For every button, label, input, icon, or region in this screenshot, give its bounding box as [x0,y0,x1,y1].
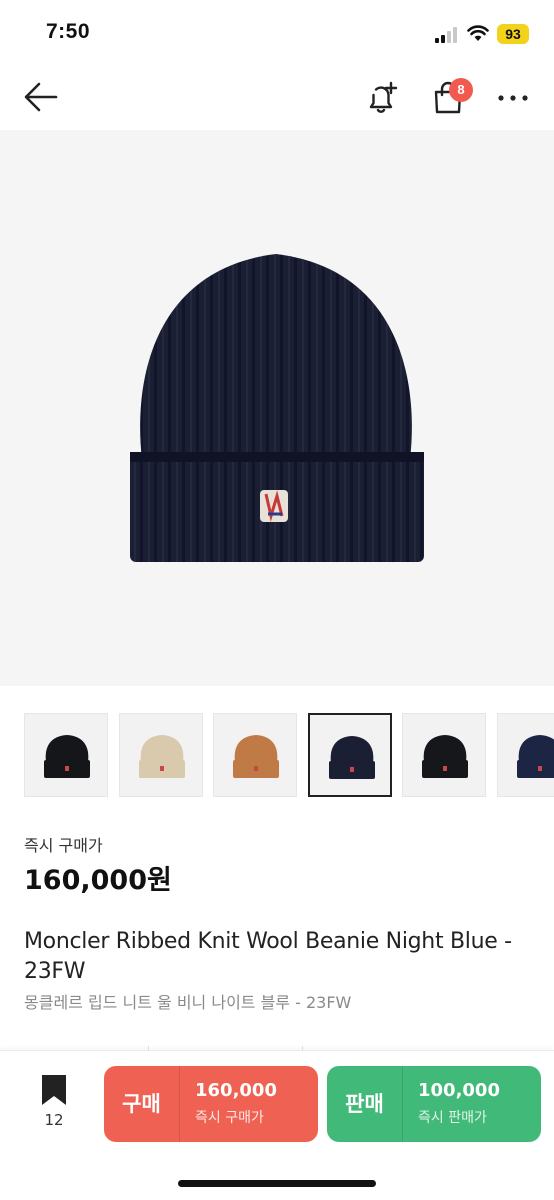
cart-count-badge: 8 [449,78,473,102]
bookmark-icon [42,1075,66,1105]
bell-plus-icon[interactable] [364,80,400,116]
sell-button-label: 판매 [345,1092,384,1116]
beanie-image [130,254,424,562]
thumbnail-strip [24,713,554,797]
back-arrow-icon[interactable] [22,80,60,114]
buy-button-label: 구매 [122,1092,161,1116]
bookmark-button[interactable]: 12 [28,1075,80,1135]
thumbnail-beanie-image [138,735,185,778]
buy-button-sub: 즉시 구매가 [195,1110,264,1126]
bottom-action-bar: 12 구매 160,000 즉시 구매가 판매 100,000 즉시 판매가 [0,1050,554,1200]
thumbnail-beanie-image [422,735,468,778]
sell-button[interactable]: 판매 100,000 즉시 판매가 [327,1066,541,1142]
thumbnail-beanie-image [44,735,90,778]
buy-button[interactable]: 구매 160,000 즉시 구매가 [104,1066,318,1142]
home-indicator [178,1180,376,1187]
thumbnail-4[interactable] [307,713,392,797]
product-image[interactable] [0,130,554,686]
nav-bar [0,66,554,130]
signal-icon [435,27,457,43]
buy-button-divider [179,1066,180,1142]
thumbnail-beanie-image [328,736,375,779]
more-icon[interactable] [496,88,530,108]
sell-button-sub: 즉시 판매가 [418,1110,487,1126]
thumbnail-beanie-image [516,735,554,778]
status-time: 7:50 [46,20,91,43]
thumbnail-6[interactable] [496,713,554,797]
thumbnail-3[interactable] [213,713,297,797]
thumbnail-beanie-image [233,735,279,778]
battery-icon: 93 [497,24,529,44]
thumbnail-1[interactable] [24,713,108,797]
sell-button-divider [402,1066,403,1142]
bookmark-count: 12 [44,1111,64,1129]
product-title-ko: 몽클레르 립드 니트 울 비니 나이트 블루 - 23FW [24,993,352,1012]
sell-button-price: 100,000 [418,1080,500,1101]
wifi-icon [467,25,489,41]
buy-button-price: 160,000 [195,1080,277,1101]
status-bar: 7:50 93 [0,0,554,66]
instant-buy-price-label: 즉시 구매가 [24,836,103,855]
instant-buy-price: 160,000원 [24,865,172,896]
product-title-en: Moncler Ribbed Knit Wool Beanie Night Bl… [24,929,512,984]
thumbnail-5[interactable] [402,713,486,797]
thumbnail-2[interactable] [118,713,203,797]
